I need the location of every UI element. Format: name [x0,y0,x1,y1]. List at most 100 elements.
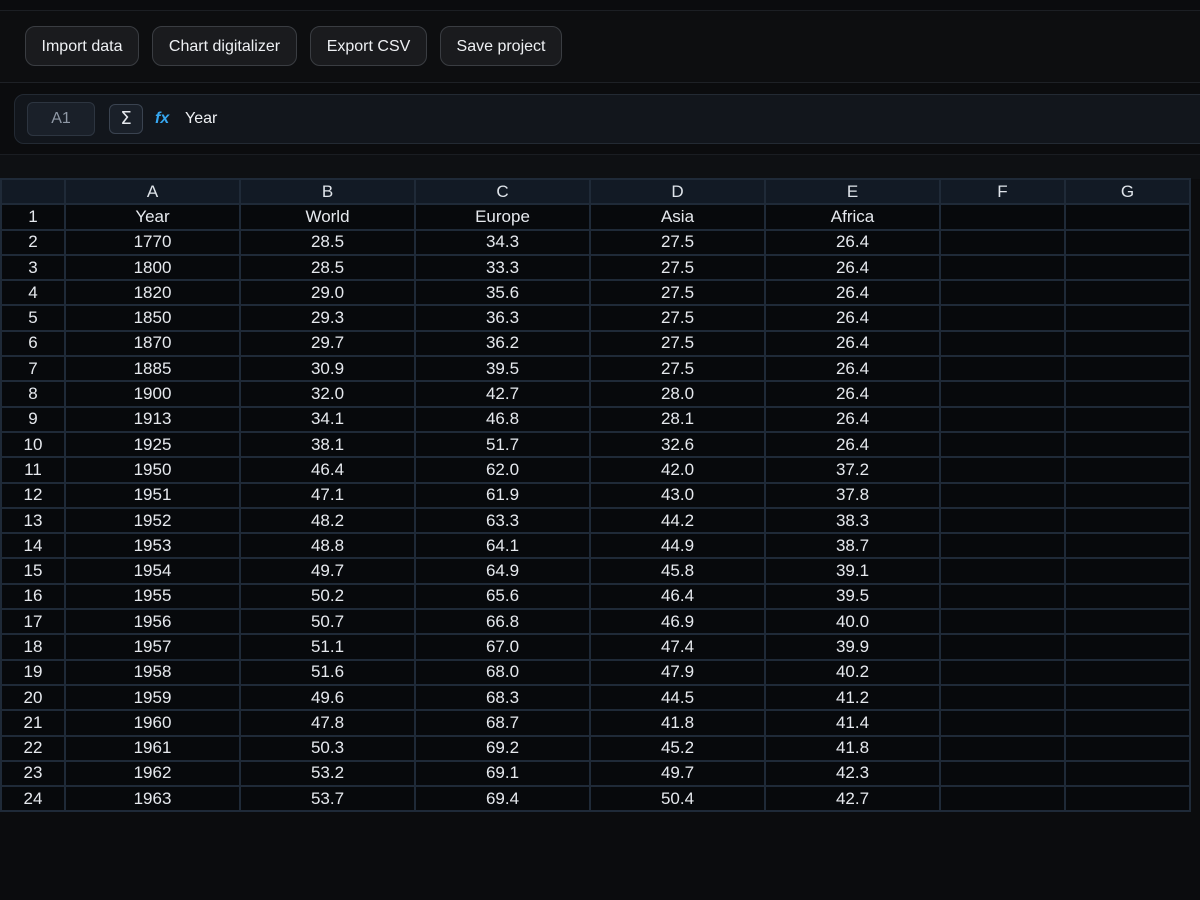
cell-e9[interactable]: 26.4 [764,405,941,433]
row-header[interactable]: 6 [0,329,66,358]
cell-a10[interactable]: 1925 [64,430,241,459]
cell-b4[interactable]: 29.0 [239,279,416,307]
cell-f20[interactable] [939,683,1066,712]
cell-e2[interactable]: 26.4 [764,228,941,256]
cell-c5[interactable]: 36.3 [414,304,591,332]
row-header[interactable]: 23 [0,759,66,788]
cell-c16[interactable]: 65.6 [414,582,591,611]
cell-a22[interactable]: 1961 [64,734,241,762]
column-header-f[interactable]: F [939,178,1066,206]
cell-d1[interactable]: Asia [589,203,766,231]
row-header[interactable]: 14 [0,532,66,560]
cell-b20[interactable]: 49.6 [239,683,416,712]
cell-g21[interactable] [1064,709,1191,737]
cell-c13[interactable]: 63.3 [414,506,591,535]
cell-f16[interactable] [939,582,1066,611]
cell-f9[interactable] [939,405,1066,433]
cell-f23[interactable] [939,759,1066,788]
cell-d11[interactable]: 42.0 [589,456,766,484]
cell-a21[interactable]: 1960 [64,709,241,737]
column-header-e[interactable]: E [764,178,941,206]
row-header[interactable]: 21 [0,709,66,737]
cell-d10[interactable]: 32.6 [589,430,766,459]
cell-a2[interactable]: 1770 [64,228,241,256]
cell-e19[interactable]: 40.2 [764,658,941,686]
cell-a15[interactable]: 1954 [64,557,241,585]
cell-c1[interactable]: Europe [414,203,591,231]
row-header[interactable]: 17 [0,608,66,636]
cell-f14[interactable] [939,532,1066,560]
cell-c8[interactable]: 42.7 [414,380,591,408]
row-header[interactable]: 1 [0,203,66,231]
cell-e4[interactable]: 26.4 [764,279,941,307]
cell-f6[interactable] [939,329,1066,358]
cell-e11[interactable]: 37.2 [764,456,941,484]
cell-g9[interactable] [1064,405,1191,433]
cell-b5[interactable]: 29.3 [239,304,416,332]
cell-c3[interactable]: 33.3 [414,253,591,282]
row-header[interactable]: 4 [0,279,66,307]
cell-e18[interactable]: 39.9 [764,633,941,661]
cell-b14[interactable]: 48.8 [239,532,416,560]
cell-e5[interactable]: 26.4 [764,304,941,332]
sigma-icon[interactable]: Σ [109,104,143,134]
cell-f17[interactable] [939,608,1066,636]
export-csv-button[interactable]: Export CSV [310,26,427,66]
row-header[interactable]: 16 [0,582,66,611]
cell-d21[interactable]: 41.8 [589,709,766,737]
cell-g3[interactable] [1064,253,1191,282]
cell-f10[interactable] [939,430,1066,459]
cell-f5[interactable] [939,304,1066,332]
column-header-c[interactable]: C [414,178,591,206]
cell-e20[interactable]: 41.2 [764,683,941,712]
cell-b12[interactable]: 47.1 [239,481,416,509]
cell-g10[interactable] [1064,430,1191,459]
cell-c21[interactable]: 68.7 [414,709,591,737]
cell-c19[interactable]: 68.0 [414,658,591,686]
cell-g5[interactable] [1064,304,1191,332]
cell-a7[interactable]: 1885 [64,355,241,383]
cell-g19[interactable] [1064,658,1191,686]
cell-a1[interactable]: Year [64,203,241,231]
cell-e16[interactable]: 39.5 [764,582,941,611]
cell-d24[interactable]: 50.4 [589,785,766,813]
cell-b6[interactable]: 29.7 [239,329,416,358]
cell-f2[interactable] [939,228,1066,256]
cell-a12[interactable]: 1951 [64,481,241,509]
cell-a18[interactable]: 1957 [64,633,241,661]
save-project-button[interactable]: Save project [440,26,562,66]
cell-a24[interactable]: 1963 [64,785,241,813]
cell-f22[interactable] [939,734,1066,762]
cell-f3[interactable] [939,253,1066,282]
cell-c18[interactable]: 67.0 [414,633,591,661]
cell-a13[interactable]: 1952 [64,506,241,535]
row-header[interactable]: 12 [0,481,66,509]
row-header[interactable]: 9 [0,405,66,433]
cell-f15[interactable] [939,557,1066,585]
cell-d17[interactable]: 46.9 [589,608,766,636]
row-header[interactable]: 7 [0,355,66,383]
row-header[interactable]: 18 [0,633,66,661]
cell-g13[interactable] [1064,506,1191,535]
cell-g17[interactable] [1064,608,1191,636]
cell-g12[interactable] [1064,481,1191,509]
cell-b16[interactable]: 50.2 [239,582,416,611]
cell-d23[interactable]: 49.7 [589,759,766,788]
cell-f1[interactable] [939,203,1066,231]
cell-e24[interactable]: 42.7 [764,785,941,813]
cell-e1[interactable]: Africa [764,203,941,231]
row-header[interactable]: 8 [0,380,66,408]
cell-b15[interactable]: 49.7 [239,557,416,585]
column-header-a[interactable]: A [64,178,241,206]
cell-c10[interactable]: 51.7 [414,430,591,459]
row-header[interactable]: 3 [0,253,66,282]
cell-g20[interactable] [1064,683,1191,712]
cell-b21[interactable]: 47.8 [239,709,416,737]
cell-c12[interactable]: 61.9 [414,481,591,509]
corner-cell[interactable] [0,178,66,206]
column-header-b[interactable]: B [239,178,416,206]
cell-d20[interactable]: 44.5 [589,683,766,712]
cell-g6[interactable] [1064,329,1191,358]
cell-f18[interactable] [939,633,1066,661]
cell-g16[interactable] [1064,582,1191,611]
